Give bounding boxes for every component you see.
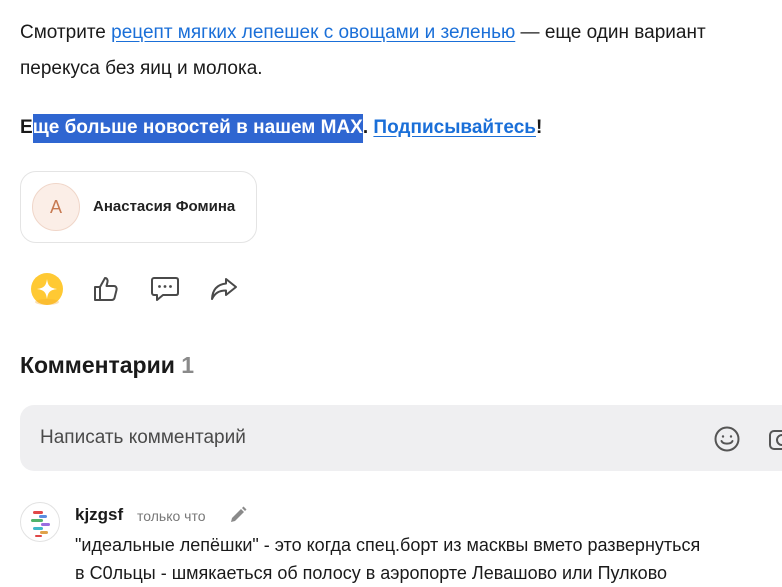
share-icon[interactable] <box>207 272 241 306</box>
recipe-link[interactable]: рецепт мягких лепешек с овощами и зелень… <box>111 22 515 43</box>
sparkle-reaction-icon[interactable] <box>30 272 64 306</box>
comment-author[interactable]: kjzgsf <box>75 505 123 525</box>
comment-icon[interactable] <box>148 272 182 306</box>
comment-input[interactable]: Написать комментарий <box>20 405 782 471</box>
comment-input-placeholder: Написать комментарий <box>40 427 246 448</box>
comment-avatar[interactable] <box>20 502 60 542</box>
comments-heading: Комментарии 1 <box>20 352 194 379</box>
comments-title: Комментарии <box>20 352 175 378</box>
avatar: А <box>32 183 80 231</box>
photo-upload-icon[interactable] <box>766 423 782 457</box>
comment-text-line: в С0льцы - шмякаеться об полосу в аэропо… <box>75 563 668 583</box>
paragraph-text: — еще один вариант <box>515 22 706 43</box>
comment-time: только что <box>137 508 206 524</box>
edit-pencil-icon[interactable] <box>228 505 248 525</box>
thumbs-up-icon[interactable] <box>89 272 123 306</box>
emoji-icon[interactable] <box>713 425 741 453</box>
article-paragraph-1: Смотрите рецепт мягких лепешек с овощами… <box>20 15 706 51</box>
paragraph-text: Смотрите <box>20 22 112 43</box>
paragraph-text: . <box>362 117 374 138</box>
paragraph-text: ! <box>535 117 543 138</box>
author-name: Анастасия Фомина <box>93 198 236 215</box>
comment-text-line: "идеальные лепёшки" - это когда спец.бор… <box>75 535 701 555</box>
comments-count: 1 <box>181 352 195 378</box>
selected-text: ще больше новостей в нашем MAX <box>32 114 363 143</box>
comment-text: "идеальные лепёшки" - это когда спец.бор… <box>75 531 700 587</box>
article-paragraph-2: Еще больше новостей в нашем MAX. Подписы… <box>20 110 542 146</box>
author-card[interactable]: А Анастасия Фомина <box>20 171 257 243</box>
subscribe-link[interactable]: Подписывайтесь <box>373 117 536 138</box>
paragraph-text: Е <box>20 117 33 138</box>
article-paragraph-1-line2: перекуса без яиц и молока. <box>20 58 263 79</box>
